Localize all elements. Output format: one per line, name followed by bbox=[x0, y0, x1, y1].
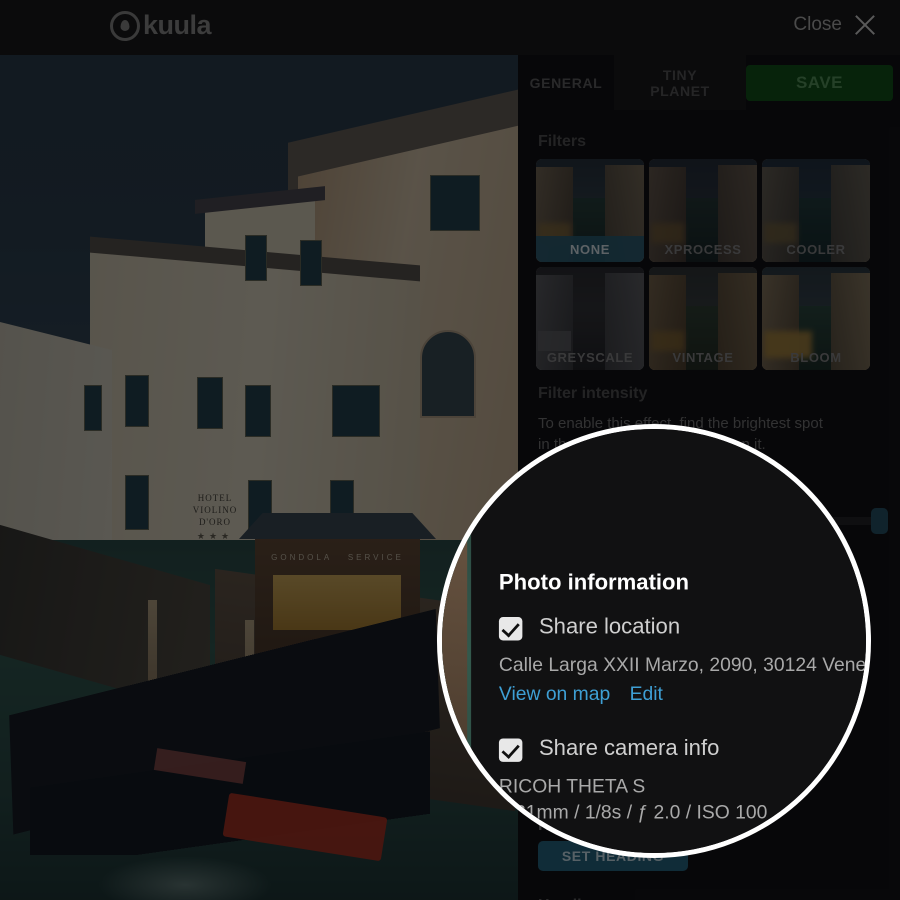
filter-intensity-title: Filter intensity bbox=[538, 385, 648, 402]
share-camera-checkbox[interactable] bbox=[498, 737, 523, 762]
filter-option-greyscale[interactable]: GREYSCALE bbox=[536, 267, 644, 370]
magnified-photo-information-title: Photo information bbox=[498, 571, 690, 595]
filter-option-xprocess[interactable]: XPROCESS bbox=[649, 159, 757, 262]
logo-text: kuula bbox=[143, 10, 212, 40]
filter-grid: NONE XPROCESS COOLER GREYSCALE VINTAGE B… bbox=[536, 159, 886, 370]
slider-handle[interactable] bbox=[871, 508, 888, 534]
view-on-map-link[interactable]: View on map bbox=[499, 682, 610, 704]
filter-option-vintage[interactable]: VINTAGE bbox=[649, 267, 757, 370]
filter-label: COOLER bbox=[786, 241, 846, 257]
tab-tiny-planet-line1: TINY bbox=[662, 66, 698, 83]
magnified-photo-edge bbox=[442, 429, 472, 853]
magnifier-circle: Filter intensity To enable this effect, … bbox=[437, 424, 871, 858]
kuula-logo[interactable]: kuula bbox=[110, 10, 212, 41]
magnified-share-camera-row[interactable]: Share camera info bbox=[498, 737, 720, 762]
close-button[interactable]: Close bbox=[793, 12, 878, 38]
filter-label: NONE bbox=[536, 236, 644, 262]
filter-label: XPROCESS bbox=[664, 241, 742, 257]
filter-label: GREYSCALE bbox=[546, 349, 634, 365]
camera-model: RICOH THETA S bbox=[498, 774, 646, 797]
filter-label: BLOOM bbox=[790, 349, 842, 365]
edit-location-link[interactable]: Edit bbox=[630, 682, 663, 704]
magnified-share-location-row[interactable]: Share location bbox=[498, 615, 681, 641]
photo-dim-overlay bbox=[0, 55, 518, 900]
filter-option-cooler[interactable]: COOLER bbox=[762, 159, 870, 262]
magnified-location-links: View on map Edit bbox=[499, 682, 663, 704]
close-label: Close bbox=[793, 14, 842, 35]
close-icon bbox=[852, 12, 878, 38]
share-camera-label: Share camera info bbox=[538, 737, 720, 761]
tab-tiny-planet-line2: PLANET bbox=[650, 82, 710, 99]
tab-tiny-planet[interactable]: TINY PLANET bbox=[614, 55, 746, 110]
camera-settings: 1.31mm / 1/8s / ƒ 2.0 / ISO 100 bbox=[498, 800, 768, 823]
filter-option-none[interactable]: NONE bbox=[536, 159, 644, 262]
top-bar: kuula Close bbox=[0, 0, 900, 55]
panorama-preview[interactable]: GONDOLA SERVICE HOTEL VIOLINO D'ORO ★★★ bbox=[0, 55, 518, 900]
magnified-location-address: Calle Larga XXII Marzo, 2090, 30124 Vene… bbox=[498, 652, 867, 675]
tab-general[interactable]: GENERAL bbox=[518, 55, 614, 110]
save-button[interactable]: SAVE bbox=[746, 65, 893, 101]
magnified-panel: Filter intensity To enable this effect, … bbox=[471, 429, 867, 853]
kuula-editor-window: kuula Close GENERAL TINY PLANET SAVE Fil… bbox=[0, 0, 900, 900]
panel-tabs: GENERAL TINY PLANET SAVE bbox=[518, 55, 900, 110]
share-location-label: Share location bbox=[538, 615, 681, 640]
filter-option-bloom[interactable]: BLOOM bbox=[762, 267, 870, 370]
magnifier-content: Filter intensity To enable this effect, … bbox=[442, 429, 867, 853]
kuula-mark-icon bbox=[110, 10, 140, 41]
share-location-checkbox[interactable] bbox=[498, 616, 523, 640]
magnified-camera-info: RICOH THETA S 1.31mm / 1/8s / ƒ 2.0 / IS… bbox=[499, 773, 767, 825]
filter-label: VINTAGE bbox=[672, 349, 734, 365]
filters-section-title: Filters bbox=[538, 133, 587, 150]
